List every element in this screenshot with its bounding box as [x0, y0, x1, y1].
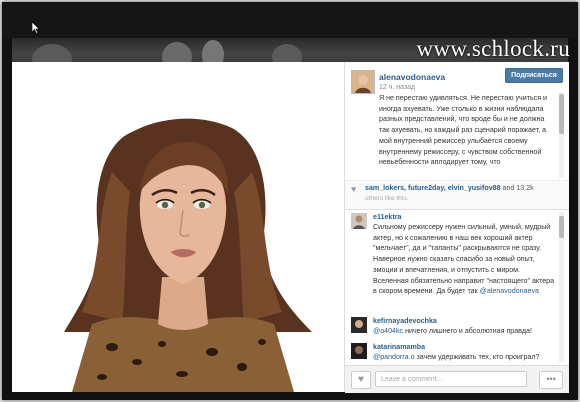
post-username[interactable]: alenavodonaeva	[379, 72, 445, 82]
comment-input[interactable]: Leave a comment...	[375, 371, 527, 387]
comment-text: Сильному режиссеру нужен сильный, умный,…	[373, 223, 555, 296]
comment-bar: ♥ Leave a comment... •••	[345, 365, 569, 393]
top-dark-bar	[2, 2, 578, 38]
liker-1[interactable]: sam_lokers	[365, 184, 404, 192]
comment-username[interactable]: e11ektra	[373, 213, 401, 221]
window-frame: www.schlock.ru alenavodonaeva Подписатьс…	[2, 2, 578, 400]
caption-scrollbar[interactable]	[559, 92, 564, 178]
portrait-image	[12, 62, 344, 392]
post-time: 12 ч. назад	[379, 84, 416, 91]
avatar[interactable]	[351, 343, 367, 359]
follow-button[interactable]: Подписаться	[505, 68, 563, 83]
avatar-image	[352, 71, 374, 93]
list-item: e11ektra Сильному режиссеру нужен сильны…	[351, 211, 559, 311]
more-options-button[interactable]: •••	[539, 371, 563, 389]
avatar[interactable]	[351, 70, 375, 94]
likes-section: ♥ sam_lokers, future2day, elvin_yusifov8…	[345, 180, 569, 210]
comment-username[interactable]: katarinamamba	[373, 343, 425, 351]
watermark: www.schlock.ru	[416, 36, 570, 61]
heart-icon: ♥	[358, 374, 364, 385]
mouse-cursor-icon	[32, 22, 40, 34]
liker-2[interactable]: future2day	[408, 184, 444, 192]
comment-mention[interactable]: @o404kc	[373, 327, 403, 335]
others-like-text: others like this.	[365, 195, 409, 202]
heart-icon: ♥	[351, 184, 357, 194]
comment-text: @o404kc ничего лишнего и абсолютная прав…	[373, 327, 532, 335]
post-photo[interactable]	[12, 62, 344, 392]
list-item: kefirnayadevochka @o404kc ничего лишнего…	[351, 315, 559, 341]
avatar[interactable]	[351, 213, 367, 229]
like-button[interactable]: ♥	[351, 371, 371, 389]
comment-mention[interactable]: @alenavodonaeva	[480, 287, 539, 295]
more-dots-icon: •••	[546, 374, 556, 384]
comments-list: e11ektra Сильному режиссеру нужен сильны…	[345, 209, 569, 365]
likes-count: and 13.2k	[502, 184, 534, 192]
list-item: katarinamamba @pandorra.o зачем удержива…	[351, 341, 559, 365]
comments-scrollbar-thumb[interactable]	[559, 216, 564, 238]
comment-text: @pandorra.o зачем удерживать тех, кто пр…	[373, 353, 540, 361]
post-side-panel: alenavodonaeva Подписаться 12 ч. назад Я…	[344, 62, 569, 393]
comments-scrollbar[interactable]	[559, 212, 564, 362]
liker-3[interactable]: elvin_yusifov88	[448, 184, 501, 192]
comment-mention[interactable]: @pandorra.o	[373, 353, 415, 361]
avatar[interactable]	[351, 317, 367, 333]
likers-line: sam_lokers, future2day, elvin_yusifov88 …	[365, 184, 534, 192]
post-caption: Я не перестаю удивляться. Не перестаю уч…	[379, 94, 547, 167]
comment-username[interactable]: kefirnayadevochka	[373, 317, 437, 325]
caption-scrollbar-thumb[interactable]	[559, 94, 564, 134]
